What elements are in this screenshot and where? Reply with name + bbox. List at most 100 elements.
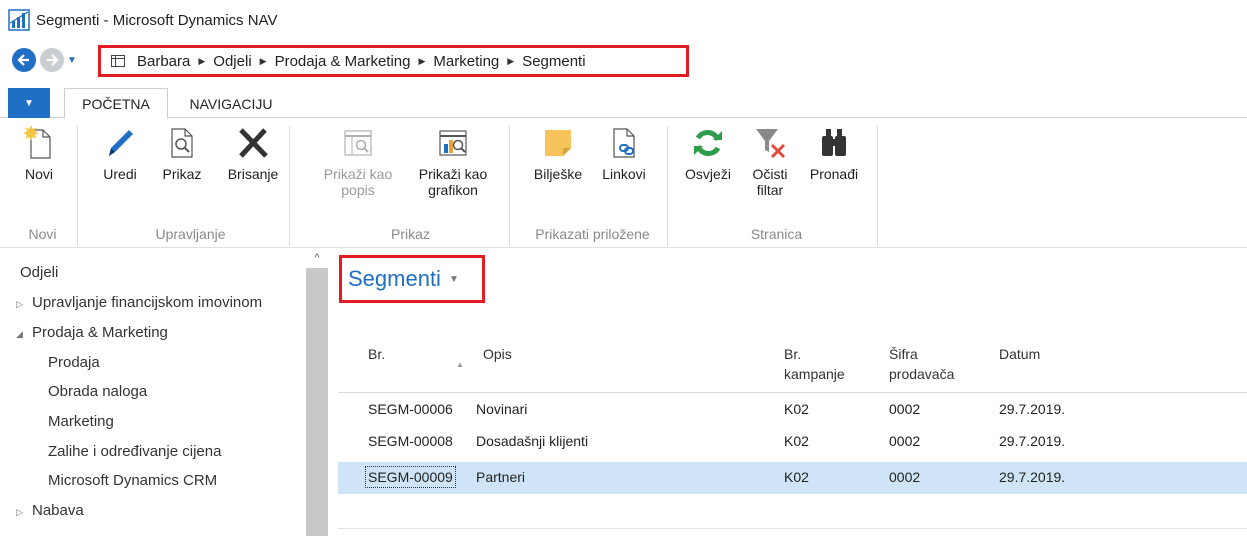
show-as-list-line2: popis: [341, 182, 375, 198]
cell-br: SEGM-00009: [365, 466, 456, 488]
back-button[interactable]: [12, 48, 36, 72]
sidenav-item-nabava[interactable]: ▷ Nabava: [16, 502, 84, 519]
cell-prodavac: 0002: [889, 433, 921, 449]
ribbon-group-label: Novi: [28, 226, 57, 242]
column-header-datum[interactable]: Datum: [999, 344, 1040, 364]
breadcrumb-item-barbara[interactable]: Barbara: [137, 53, 190, 70]
dynamics-nav-logo-icon: [8, 9, 30, 31]
application-menu-button[interactable]: ▼: [8, 88, 50, 118]
sidenav-item-marketing[interactable]: Marketing: [48, 413, 114, 430]
column-header-br-kampanje[interactable]: Br. kampanje: [784, 344, 845, 384]
ribbon-group-upravljanje: Uredi Prikaz Brisanje Upravljanje: [92, 126, 290, 246]
cell-prodavac: 0002: [889, 469, 921, 485]
clear-filter-icon: [756, 129, 786, 159]
view-document-icon: [171, 128, 193, 158]
find-button[interactable]: Pronađi: [802, 126, 866, 182]
delete-x-icon: [239, 128, 268, 158]
tab-pocetna[interactable]: POČETNA: [64, 88, 168, 119]
show-as-list-button[interactable]: Prikaži kao popis: [314, 126, 402, 198]
column-header-line: Šifra: [889, 346, 918, 362]
ribbon-group-label: Prikaz: [391, 226, 430, 242]
links-button[interactable]: Linkovi: [594, 126, 654, 182]
show-as-chart-line1: Prikaži kao: [418, 166, 488, 182]
chart-view-icon: [439, 130, 467, 156]
column-header-br[interactable]: Br.: [368, 344, 385, 364]
column-header-line: prodavača: [889, 366, 955, 382]
view-button-label: Prikaz: [162, 166, 202, 182]
list-view-icon: [344, 130, 372, 156]
sidenav-item-label: Nabava: [32, 502, 84, 519]
title-bar: Segmenti - Microsoft Dynamics NAV: [0, 0, 1247, 40]
delete-button[interactable]: Brisanje: [220, 126, 286, 182]
links-button-label: Linkovi: [602, 166, 646, 182]
forward-button[interactable]: [40, 48, 64, 72]
refresh-button-label: Osvježi: [685, 166, 731, 182]
cell-opis: Dosadašnji klijenti: [476, 433, 589, 449]
notes-button-label: Bilješke: [533, 166, 583, 182]
table-row-selected[interactable]: SEGM-00009 Partneri K02 0002 29.7.2019.: [338, 462, 1247, 494]
column-header-line: kampanje: [784, 366, 845, 382]
ribbon-group-label: Upravljanje: [155, 226, 226, 242]
view-button[interactable]: Prikaz: [154, 126, 210, 182]
edit-button[interactable]: Uredi: [92, 126, 148, 182]
breadcrumb-item-marketing[interactable]: Marketing: [433, 53, 499, 70]
chevron-down-icon[interactable]: ▼: [449, 274, 459, 285]
new-button-label: Novi: [24, 166, 53, 182]
scroll-up-icon[interactable]: ^: [306, 252, 328, 268]
breadcrumb-item-odjeli[interactable]: Odjeli: [213, 53, 251, 70]
table-bottom-divider: [338, 528, 1247, 529]
ribbon: Novi Novi Uredi Prikaz Brisanje Upravlja…: [0, 118, 1247, 248]
breadcrumb-separator-icon[interactable]: ▶: [418, 56, 425, 67]
window-title: Segmenti - Microsoft Dynamics NAV: [36, 11, 278, 29]
sidenav-scrollbar[interactable]: [306, 268, 328, 536]
clear-filter-button[interactable]: Očisti filtar: [742, 126, 798, 198]
arrow-left-icon: [17, 54, 29, 66]
note-icon: [545, 130, 571, 156]
show-as-chart-button[interactable]: Prikaži kao grafikon: [408, 126, 498, 198]
ribbon-group-novi: Novi Novi: [8, 126, 78, 246]
main-content: Segmenti ▼ Br. ▲ Opis Br. kampanje Šifra…: [338, 248, 1247, 536]
chevron-down-icon: ▼: [24, 97, 34, 109]
cell-datum: 29.7.2019.: [999, 433, 1066, 449]
breadcrumb-separator-icon[interactable]: ▶: [198, 56, 205, 67]
sidenav-item-prodaja-marketing[interactable]: ◢ Prodaja & Marketing: [16, 324, 168, 341]
column-header-line: Br.: [784, 346, 802, 362]
page-title: Segmenti: [348, 266, 441, 291]
ribbon-group-prikazati-prilozene: Bilješke Linkovi Prikazati priložene: [518, 126, 668, 246]
history-dropdown-icon[interactable]: ▼: [67, 55, 77, 66]
ribbon-group-stranica: Osvježi Očisti filtar Pronađi Stranica: [676, 126, 878, 246]
breadcrumb-item-segmenti[interactable]: Segmenti: [522, 53, 585, 70]
sort-ascending-icon: ▲: [456, 360, 464, 369]
notes-button[interactable]: Bilješke: [524, 126, 592, 182]
breadcrumb: Barbara ▶ Odjeli ▶ Prodaja & Marketing ▶…: [98, 45, 689, 77]
expand-triangle-icon[interactable]: ▷: [16, 299, 32, 310]
sidenav-item-zalihe[interactable]: Zalihe i određivanje cijena: [48, 443, 221, 460]
refresh-icon: [694, 130, 722, 156]
clear-filter-line1: Očisti: [752, 166, 788, 182]
table-row[interactable]: SEGM-00006 Novinari K02 0002 29.7.2019.: [338, 394, 1247, 426]
table-icon[interactable]: [111, 55, 125, 67]
arrow-right-icon: [47, 54, 59, 66]
table-row[interactable]: SEGM-00008 Dosadašnji klijenti K02 0002 …: [338, 426, 1247, 458]
collapse-triangle-icon[interactable]: ◢: [16, 329, 32, 340]
expand-triangle-icon[interactable]: ▷: [16, 507, 32, 518]
page-title-container[interactable]: Segmenti ▼: [339, 255, 485, 303]
ribbon-tabs: ▼ POČETNA NAVIGACIJU: [0, 88, 1247, 119]
breadcrumb-separator-icon[interactable]: ▶: [260, 56, 267, 67]
sidenav-item-microsoft-dynamics-crm[interactable]: Microsoft Dynamics CRM: [48, 472, 217, 489]
ribbon-group-prikaz: Prikaži kao popis Prikaži kao grafikon P…: [312, 126, 510, 246]
tab-navigaciju[interactable]: NAVIGACIJU: [176, 88, 286, 119]
new-button[interactable]: Novi: [14, 126, 64, 182]
column-header-sifra-prodavaca[interactable]: Šifra prodavača: [889, 344, 954, 384]
sidenav-item-upravljanje-financijskom-imovinom[interactable]: ▷ Upravljanje financijskom imovinom: [16, 294, 262, 311]
breadcrumb-separator-icon[interactable]: ▶: [507, 56, 514, 67]
refresh-button[interactable]: Osvježi: [678, 126, 738, 182]
find-button-label: Pronađi: [809, 166, 859, 182]
sidenav-item-prodaja[interactable]: Prodaja: [48, 354, 100, 371]
cell-kampanja: K02: [784, 433, 809, 449]
column-header-opis[interactable]: Opis: [483, 344, 512, 364]
header-divider: [338, 392, 1247, 393]
breadcrumb-item-prodaja-marketing[interactable]: Prodaja & Marketing: [275, 53, 411, 70]
sidenav-item-odjeli[interactable]: Odjeli: [20, 264, 58, 281]
sidenav-item-obrada-naloga[interactable]: Obrada naloga: [48, 383, 147, 400]
